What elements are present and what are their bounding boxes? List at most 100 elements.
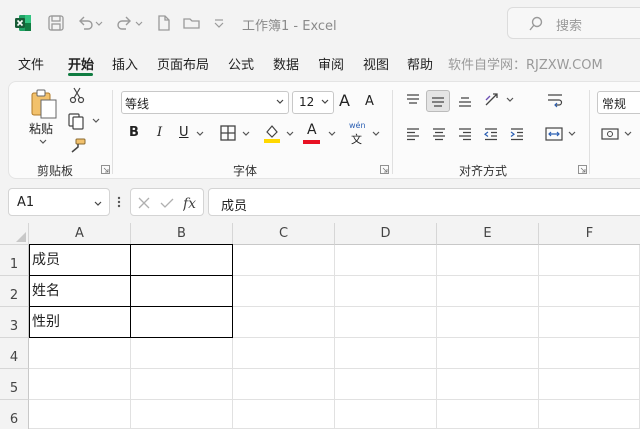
tab-page-layout[interactable]: 页面布局 (157, 54, 209, 73)
fill-color-icon[interactable] (263, 122, 281, 144)
cancel-icon[interactable] (137, 196, 151, 210)
cell-a2[interactable]: 姓名 (29, 276, 131, 307)
cell-e3[interactable] (437, 307, 539, 338)
underline-button[interactable]: U (179, 125, 189, 140)
borders-dropdown-icon[interactable] (241, 130, 251, 138)
cell-d6[interactable] (335, 400, 437, 429)
undo-icon[interactable] (76, 13, 96, 33)
phonetic-dropdown-icon[interactable] (371, 130, 381, 138)
open-folder-icon[interactable] (182, 13, 202, 33)
row-header-5[interactable]: 5 (0, 369, 29, 400)
column-header-b[interactable]: B (131, 223, 233, 245)
tab-file[interactable]: 文件 (18, 54, 44, 73)
cell-d3[interactable] (335, 307, 437, 338)
bold-button[interactable]: B (129, 125, 139, 140)
paste-label[interactable]: 粘贴 (29, 120, 53, 137)
tab-help[interactable]: 帮助 (407, 54, 433, 73)
wrap-text-icon[interactable] (546, 91, 564, 109)
row-header-3[interactable]: 3 (0, 307, 29, 338)
select-all-corner[interactable] (0, 223, 29, 245)
copy-dropdown-icon[interactable] (91, 117, 101, 125)
cell-e1[interactable] (437, 245, 539, 276)
cell-b2[interactable] (131, 276, 233, 307)
orientation-icon[interactable] (483, 90, 501, 108)
tab-insert[interactable]: 插入 (112, 54, 138, 73)
undo-dropdown-icon[interactable] (94, 13, 104, 33)
new-file-icon[interactable] (154, 13, 174, 33)
font-color-button[interactable]: A (307, 122, 317, 138)
save-icon[interactable] (46, 13, 66, 33)
alignment-launcher-icon[interactable] (578, 165, 587, 174)
insert-function-icon[interactable]: fx (183, 195, 201, 211)
top-align-icon[interactable] (405, 92, 421, 108)
more-options-icon[interactable] (116, 195, 122, 209)
cell-f3[interactable] (539, 307, 640, 338)
tab-view[interactable]: 视图 (363, 54, 389, 73)
tab-review[interactable]: 审阅 (318, 54, 344, 73)
middle-align-button[interactable] (426, 90, 450, 112)
cell-e5[interactable] (437, 369, 539, 400)
cell-e4[interactable] (437, 338, 539, 369)
cell-f4[interactable] (539, 338, 640, 369)
cell-a3[interactable]: 性别 (29, 307, 131, 338)
cell-c6[interactable] (233, 400, 335, 429)
row-header-4[interactable]: 4 (0, 338, 29, 369)
merge-center-icon[interactable] (545, 126, 563, 142)
copy-icon[interactable] (67, 112, 85, 130)
align-right-icon[interactable] (457, 126, 473, 142)
increase-indent-icon[interactable] (509, 126, 525, 142)
paste-icon[interactable] (29, 88, 59, 120)
cell-f2[interactable] (539, 276, 640, 307)
cell-b6[interactable] (131, 400, 233, 429)
cell-b5[interactable] (131, 369, 233, 400)
search-box[interactable]: 搜索 (507, 7, 640, 39)
align-left-icon[interactable] (405, 126, 421, 142)
cell-d5[interactable] (335, 369, 437, 400)
cell-a5[interactable] (29, 369, 131, 400)
cell-b3[interactable] (131, 307, 233, 338)
italic-button[interactable]: I (157, 125, 162, 140)
cell-d2[interactable] (335, 276, 437, 307)
borders-icon[interactable] (219, 124, 237, 142)
shrink-font-button[interactable]: A (365, 94, 374, 109)
merge-dropdown-icon[interactable] (567, 130, 577, 138)
accounting-dropdown-icon[interactable] (623, 130, 633, 138)
cut-icon[interactable] (69, 86, 85, 104)
cell-e6[interactable] (437, 400, 539, 429)
tab-data[interactable]: 数据 (273, 54, 299, 73)
orientation-dropdown-icon[interactable] (505, 96, 515, 104)
name-box[interactable]: A1 (8, 188, 110, 216)
grow-font-button[interactable]: A (339, 91, 350, 110)
accounting-format-icon[interactable] (601, 126, 619, 142)
cell-c1[interactable] (233, 245, 335, 276)
phonetic-bottom-label[interactable]: 文 (351, 131, 362, 147)
column-header-f[interactable]: F (539, 223, 640, 245)
cell-b4[interactable] (131, 338, 233, 369)
redo-dropdown-icon[interactable] (134, 13, 144, 33)
paste-dropdown-icon[interactable] (38, 138, 48, 146)
tab-formulas[interactable]: 公式 (228, 54, 254, 73)
cell-c3[interactable] (233, 307, 335, 338)
bottom-align-icon[interactable] (457, 92, 473, 108)
cell-f1[interactable] (539, 245, 640, 276)
phonetic-top-label[interactable]: wén (349, 121, 366, 130)
cell-d1[interactable] (335, 245, 437, 276)
column-header-e[interactable]: E (437, 223, 539, 245)
fill-color-dropdown-icon[interactable] (285, 130, 295, 138)
cell-d4[interactable] (335, 338, 437, 369)
font-color-dropdown-icon[interactable] (327, 130, 337, 138)
cell-a6[interactable] (29, 400, 131, 429)
underline-dropdown-icon[interactable] (195, 130, 205, 138)
cell-f5[interactable] (539, 369, 640, 400)
column-header-d[interactable]: D (335, 223, 437, 245)
cell-a1[interactable]: 成员 (29, 245, 131, 276)
align-center-icon[interactable] (431, 126, 447, 142)
row-header-6[interactable]: 6 (0, 400, 29, 429)
number-format-combo[interactable]: 常规 (597, 91, 640, 114)
row-header-1[interactable]: 1 (0, 245, 29, 276)
quick-access-dropdown-icon[interactable] (212, 13, 226, 33)
cell-a4[interactable] (29, 338, 131, 369)
cell-e2[interactable] (437, 276, 539, 307)
font-launcher-icon[interactable] (380, 165, 389, 174)
decrease-indent-icon[interactable] (483, 126, 499, 142)
